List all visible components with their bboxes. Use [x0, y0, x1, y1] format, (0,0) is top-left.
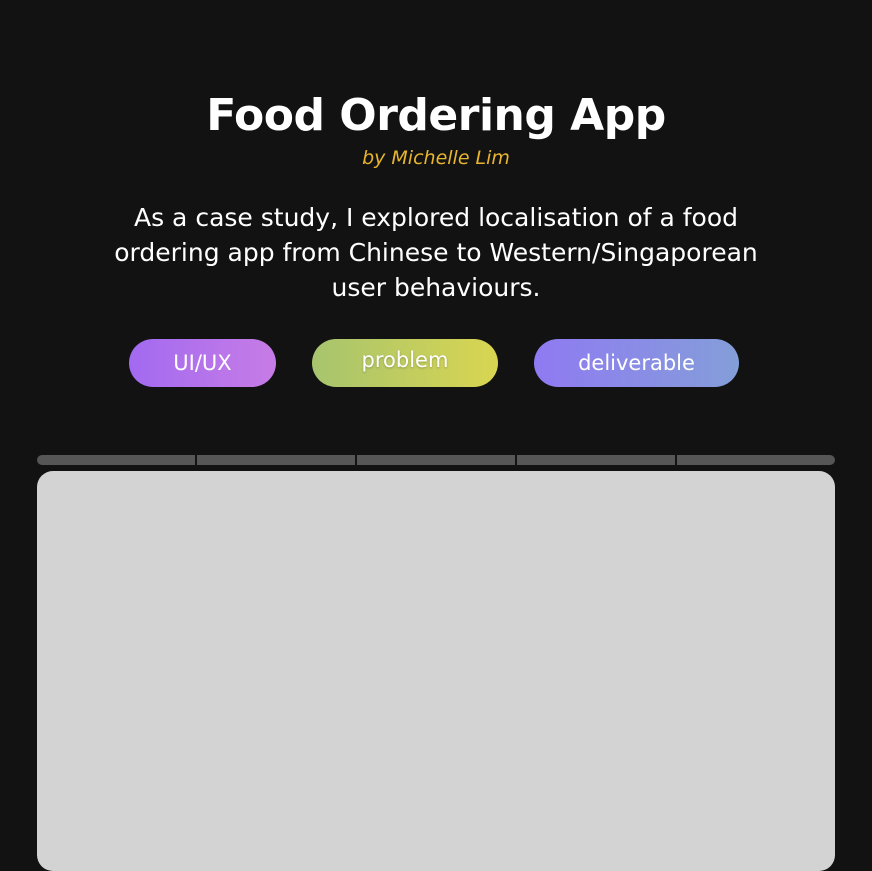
progress-segment-4[interactable] [517, 455, 675, 465]
story-viewer-panel[interactable] [37, 471, 835, 871]
page-title: Food Ordering App [206, 90, 666, 141]
progress-segment-3[interactable] [357, 455, 515, 465]
tag-problem-button[interactable]: problem [312, 339, 498, 387]
progress-segment-1[interactable] [37, 455, 195, 465]
progress-segment-2[interactable] [197, 455, 355, 465]
tag-uiux-button[interactable]: UI/UX [129, 339, 276, 387]
progress-segment-5[interactable] [677, 455, 835, 465]
tag-deliverable-button[interactable]: deliverable [534, 339, 739, 387]
author-byline: by Michelle Lim [362, 147, 510, 169]
project-description: As a case study, I explored localisation… [114, 203, 758, 302]
carousel-progress-bar [37, 455, 835, 465]
